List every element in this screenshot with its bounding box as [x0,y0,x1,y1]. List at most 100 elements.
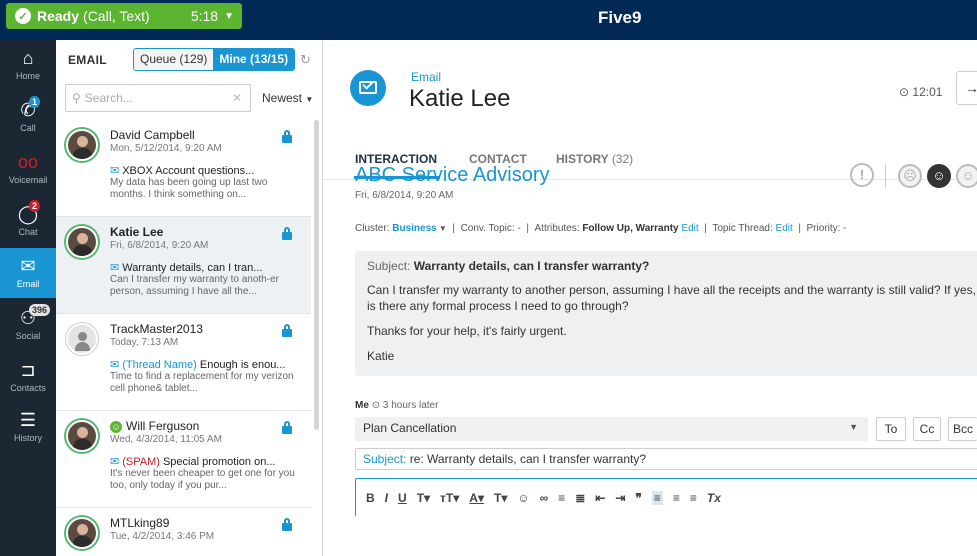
item-date: Today, 7:13 AM [110,337,179,348]
editor-toolbar: B I U T▾ ᴛT▾ A▾ T▾ ☺ ∞ ≡ ≣ ⇤ ⇥ ❞ ≡ ≡ ≡ T… [355,478,977,516]
clock-icon: ⊙ [371,400,381,411]
divider [885,164,886,188]
message-thanks: Thanks for your help, it's fairly urgent… [367,324,567,338]
nav-voicemail[interactable]: oo Voicemail [0,144,56,194]
avatar [66,129,98,161]
bullet-list-icon[interactable]: ≣ [575,491,585,505]
item-subject: ✉ Warranty details, can I tran... [110,262,263,274]
chat-icon: ◯ 2 [17,200,41,224]
queue-tab[interactable]: Queue (129) [134,49,214,70]
align-right-icon[interactable]: ≡ [690,491,697,505]
transfer-button[interactable]: → [956,71,977,105]
status-label: Ready [37,8,80,24]
email-list-panel: EMAIL Queue (129) Mine (13/15) ↻ ⚲ Searc… [56,40,323,556]
avatar [66,420,98,452]
tab-history[interactable]: HISTORY (32) [556,152,633,166]
nav-contacts[interactable]: ⊐ Contacts [0,352,56,402]
envelope-icon: ✉ [110,359,120,371]
list-item[interactable]: ☺ Will Ferguson Wed, 4/3/2014, 11:05 AM ✉… [56,411,311,508]
avatar [66,323,98,355]
refresh-icon[interactable]: ↻ [300,52,311,68]
reply-subject-field[interactable]: Subject: re: Warranty details, can I tra… [355,448,977,470]
lock-icon [282,227,292,240]
list-scrollbar[interactable] [314,120,319,430]
edit-topic-link[interactable]: Edit [776,223,793,234]
item-name: ☺ Will Ferguson [110,419,200,433]
nav-history[interactable]: ☰ History [0,402,56,452]
font-size-icon[interactable]: ᴛT▾ [440,491,459,505]
bold-icon[interactable]: B [366,491,375,505]
message-subject: Subject: Warranty details, can I transfe… [367,259,650,273]
lock-icon [282,421,292,434]
to-button[interactable]: To [876,417,906,441]
item-name: David Campbell [110,128,195,142]
indent-icon[interactable]: ⇥ [615,491,625,505]
home-icon: ⌂ [22,48,34,68]
email-icon [350,70,386,106]
highlight-icon[interactable]: T▾ [494,491,507,505]
envelope-icon: ✉ [110,165,120,177]
numbered-list-icon[interactable]: ≡ [558,491,565,505]
alert-icon[interactable]: ! [850,163,874,187]
nav-label: Chat [18,227,38,237]
reply-meta: Me ⊙ 3 hours later [355,400,439,411]
list-item-selected[interactable]: Katie Lee Fri, 6/8/2014, 9:20 AM ✉ Warran… [56,217,311,314]
sad-face-icon[interactable]: ☹ [898,164,922,188]
outdent-icon[interactable]: ⇤ [595,491,605,505]
item-date: Mon, 5/12/2014, 9:20 AM [110,143,222,154]
message-signature: Katie [367,349,395,363]
agent-status-button[interactable]: ✓ Ready (Call, Text) 5:18 ▼ [6,3,242,29]
happy-face-icon[interactable]: ☺ [956,164,977,188]
underline-icon[interactable]: U [398,491,407,505]
item-name: Katie Lee [110,225,164,239]
message-body: Can I transfer my warranty to another pe… [367,283,976,313]
sort-dropdown[interactable]: Newest ▼ [262,91,313,105]
edit-attributes-link[interactable]: Edit [681,223,698,234]
chevron-down-icon: ▼ [224,10,234,22]
item-preview: Can I transfer my warranty to anoth-er p… [110,274,279,297]
avatar [66,517,98,549]
italic-icon[interactable]: I [385,491,388,505]
emoji-icon[interactable]: ☺ [517,491,529,505]
nav-email[interactable]: ✉ Email [0,248,56,298]
item-subject: ✉ (Thread Name) Enough is enou... [110,359,286,371]
font-icon[interactable]: T▾ [417,491,430,505]
interaction-header: Email Katie Lee ⊙ 12:01 → INTERACTION CO… [323,40,977,180]
cluster-dropdown[interactable]: Business [392,223,436,234]
five9-logo: Five9 [598,8,642,27]
nav-call[interactable]: ✆ 1 Call [0,92,56,142]
cc-button[interactable]: Cc [913,417,941,441]
status-channels: (Call, Text) [83,8,150,24]
clear-formatting-icon[interactable]: Tx [707,491,721,505]
align-left-icon[interactable]: ≡ [651,490,663,505]
nav-label: Social [15,331,41,341]
bcc-button[interactable]: Bcc [948,417,977,441]
item-subject: ✉ XBOX Account questions... [110,165,255,177]
search-input[interactable]: ⚲ Search... ✕ [65,84,251,112]
mine-tab[interactable]: Mine (13/15) [213,49,295,70]
item-name: MTLking89 [110,516,170,530]
nav-social[interactable]: ⚇ 396 Social [0,300,56,350]
nav-home[interactable]: ⌂ Home [0,40,56,90]
search-icon: ⚲ [72,91,81,105]
disposition-dropdown[interactable]: Plan Cancellation ▼ [355,417,868,441]
link-icon[interactable]: ∞ [540,491,549,505]
align-center-icon[interactable]: ≡ [673,491,680,505]
list-item[interactable]: MTLking89 Tue, 4/2/2014, 3:46 PM [56,508,311,556]
list-item[interactable]: David Campbell Mon, 5/12/2014, 9:20 AM ✉… [56,120,311,217]
social-badge: 396 [29,304,51,316]
channel-label: Email [411,70,442,84]
list-item[interactable]: TrackMaster2013 Today, 7:13 AM ✉ (Thread … [56,314,311,411]
call-badge: 1 [29,96,41,108]
nav-chat[interactable]: ◯ 2 Chat [0,196,56,246]
history-icon: ☰ [19,410,37,430]
text-color-icon[interactable]: A▾ [469,491,484,505]
search-placeholder: Search... [84,91,133,105]
neutral-face-icon[interactable]: ☺ [927,164,951,188]
envelope-icon: ✉ [110,456,120,468]
folder-icon: ⊐ [20,360,36,380]
quote-icon[interactable]: ❞ [635,491,641,505]
clear-icon[interactable]: ✕ [232,91,242,105]
phone-icon: ✆ 1 [17,96,41,120]
item-name: TrackMaster2013 [110,322,203,336]
